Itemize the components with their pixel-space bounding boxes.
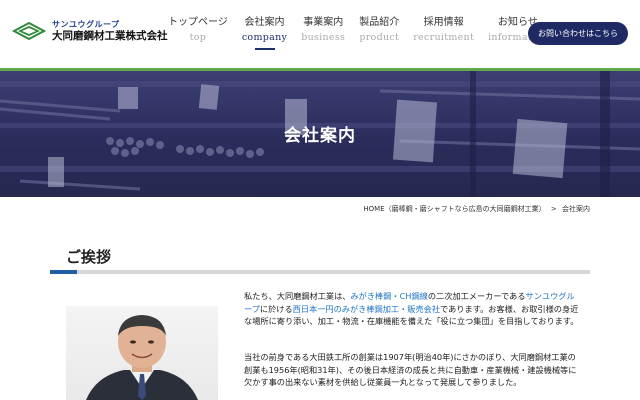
nav-label-ja: 会社案内 <box>244 17 285 28</box>
nav-item-company[interactable]: 会社案内 company <box>242 16 287 50</box>
nav-item-business[interactable]: 事業案内 business <box>301 16 345 50</box>
breadcrumb-separator: > <box>550 205 557 213</box>
highlight-link-products[interactable]: みがき棒鋼・CH鋼線 <box>350 291 427 301</box>
nav-label-ja: 事業案内 <box>303 17 344 28</box>
paragraph-text: に於ける <box>259 303 293 314</box>
nav-label-en: product <box>359 32 400 43</box>
heading-underline-accent <box>50 270 77 274</box>
site-logo[interactable]: サンユウグループ 大同磨鋼材工業株式会社 <box>12 20 168 42</box>
paragraph-text: の二次加工メーカーである <box>427 291 526 301</box>
nav-label-ja: 採用情報 <box>423 17 464 28</box>
breadcrumb: HOME（磨棒鋼・磨シャフトなら広島の大同磨鋼材工業） > 会社案内 <box>363 204 590 214</box>
nav-label-en: top <box>189 32 207 43</box>
hero-banner: 会社案内 <box>0 71 640 197</box>
breadcrumb-current: 会社案内 <box>562 205 590 213</box>
paragraph-text: 私たち、大同磨鋼材工業は、 <box>244 291 351 301</box>
greeting-paragraph-1: 私たち、大同磨鋼材工業は、みがき棒鋼・CH鋼線の二次加工メーカーであるサンユウグ… <box>244 290 580 328</box>
president-portrait-image <box>86 315 198 400</box>
company-logo-icon <box>12 21 46 41</box>
nav-label-en: business <box>301 32 346 43</box>
breadcrumb-home-link[interactable]: HOME（磨棒鋼・磨シャフトなら広島の大同磨鋼材工業） <box>363 205 545 213</box>
nav-item-recruitment[interactable]: 採用情報 recruitment <box>413 16 474 50</box>
logo-group-name: サンユウグループ <box>52 19 120 29</box>
page-title: 会社案内 <box>284 126 356 146</box>
main-nav: トップページ top 会社案内 company 事業案内 business 製品… <box>168 16 562 50</box>
nav-label-en: company <box>241 32 288 43</box>
nav-label-en: recruitment <box>413 32 475 43</box>
nav-label-ja: トップページ <box>168 17 228 28</box>
highlight-text-company: 西日本一円のみがき棒鋼加工・販売会社 <box>292 303 441 314</box>
section-heading-greeting: ご挨拶 <box>66 248 112 266</box>
nav-label-ja: 製品紹介 <box>359 17 400 28</box>
contact-button[interactable]: お問い合わせはこちら <box>528 22 628 45</box>
logo-company-name: 大同磨鋼材工業株式会社 <box>52 29 168 42</box>
nav-active-indicator <box>254 48 275 50</box>
site-header: サンユウグループ 大同磨鋼材工業株式会社 トップページ top 会社案内 com… <box>0 0 640 68</box>
nav-item-top[interactable]: トップページ top <box>168 16 228 50</box>
nav-item-product[interactable]: 製品紹介 product <box>359 16 399 50</box>
greeting-paragraph-2: 当社の前身である大田鉄工所の創業は1907年(明治40年)にさかのぼり、大同磨鋼… <box>244 352 577 387</box>
heading-underline <box>50 270 590 274</box>
president-photo <box>66 306 218 400</box>
